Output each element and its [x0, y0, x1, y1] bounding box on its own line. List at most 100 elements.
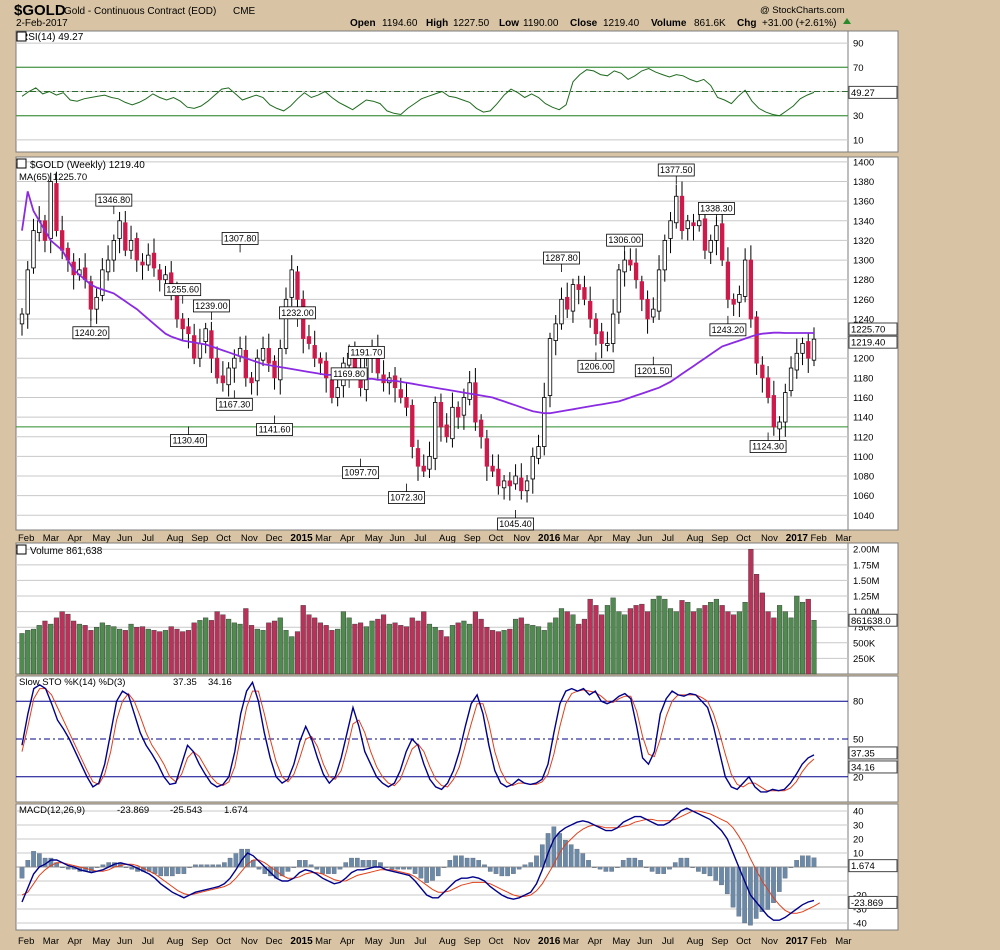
price-callout: 1239.00 — [195, 301, 228, 311]
candle-down — [628, 259, 633, 266]
price-x-label: Aug — [167, 533, 184, 544]
macd-histogram-bar — [574, 848, 580, 868]
macd-x-label: 2017 — [786, 936, 809, 947]
volume-bar — [438, 630, 444, 675]
exchange-label: CME — [233, 6, 256, 17]
candle-up — [559, 298, 564, 325]
volume-bar — [139, 626, 146, 675]
candle-up — [105, 259, 111, 273]
price-x-label: Dec — [266, 533, 283, 544]
candle-down — [633, 262, 639, 281]
sto-panel: 20 50 80 Slow STO %K(14) %D(3) 37.35 34.16 37.… — [15, 675, 899, 803]
volume-bar — [294, 631, 301, 675]
price-panel: 1040106010801100112011401160118012001220… — [15, 156, 899, 531]
candle-up — [662, 240, 667, 271]
candle-up — [742, 259, 748, 297]
candle-up — [714, 225, 719, 241]
candle-down — [444, 424, 449, 438]
volume-bar — [495, 631, 501, 675]
volume-bar — [599, 614, 605, 675]
candle-up — [708, 240, 713, 253]
chg-value: +31.00 (+2.61%) — [762, 18, 837, 29]
volume-bar — [432, 627, 438, 675]
volume-bar — [644, 611, 651, 675]
candle-down — [410, 404, 415, 447]
price-tick-label: 1400 — [853, 157, 874, 168]
price-x-label: Sep — [711, 533, 728, 544]
candle-down — [272, 360, 277, 379]
volume-bar — [776, 605, 783, 675]
volume-bar — [713, 598, 720, 675]
macd-x-label: 2015 — [290, 936, 313, 947]
ohlc-summary: Open 1194.60 High 1227.50 Low 1190.00 Cl… — [350, 18, 851, 29]
macd-histogram-bar — [655, 866, 661, 874]
candle-down — [691, 222, 696, 227]
chart-panels: 1030507090RSI(14) 49.2749.27104010601080… — [15, 30, 899, 947]
candle-down — [565, 296, 570, 310]
volume-bar — [754, 573, 760, 675]
volume-bar — [799, 602, 806, 675]
price-callout: 1097.70 — [344, 468, 377, 478]
price-x-label: Oct — [736, 533, 751, 544]
low-label: Low — [499, 18, 519, 29]
macd-histogram-bar — [794, 860, 799, 868]
macd-histogram-bar — [586, 860, 591, 868]
volume-bar — [667, 608, 674, 675]
candle-down — [806, 341, 811, 359]
candle-down — [192, 335, 197, 359]
volume-bar — [696, 608, 702, 675]
volume-bar — [639, 603, 645, 675]
volume-bar — [507, 628, 513, 675]
volume-bar — [564, 611, 570, 675]
price-x-label: May — [612, 533, 630, 544]
candle-up — [278, 348, 283, 381]
price-x-label: Mar — [563, 533, 579, 544]
macd-x-label: Sep — [711, 936, 728, 947]
candle-up — [794, 352, 799, 371]
macd-histogram-bar — [811, 857, 817, 868]
volume-bar — [111, 626, 117, 675]
price-callout: 1255.60 — [166, 285, 199, 295]
volume-bar — [633, 605, 639, 675]
volume-bar — [369, 620, 375, 675]
candle-down — [381, 374, 386, 384]
candle-down — [645, 298, 650, 320]
macd-histogram-bar — [511, 866, 516, 874]
macd-value-tag: -23.869 — [851, 898, 883, 909]
candle-up — [622, 259, 627, 273]
candle-up — [31, 230, 36, 269]
price-x-label: Nov — [513, 533, 530, 544]
candle-down — [679, 195, 685, 232]
volume-bar — [547, 622, 553, 675]
candle-down — [398, 389, 403, 398]
macd-histogram-bar — [638, 860, 643, 868]
macd-tick-label: 40 — [853, 807, 864, 818]
candle-up — [685, 220, 690, 230]
volume-bar — [266, 622, 272, 675]
volume-bar — [317, 622, 324, 675]
candle-down — [438, 401, 444, 428]
symbol-label: $GOLD — [14, 2, 66, 19]
volume-bar — [168, 626, 174, 675]
macd-x-label: Jun — [637, 936, 652, 947]
volume-bar — [82, 625, 88, 675]
volume-bar — [650, 598, 656, 675]
price-tick-label: 1280 — [853, 275, 874, 286]
price-tick-label: 1300 — [853, 256, 874, 267]
macd-histogram-bar — [499, 866, 505, 877]
price-x-label: Feb — [18, 533, 34, 544]
volume-bar — [501, 630, 507, 675]
macd-tick-label: 10 — [853, 849, 864, 860]
price-x-label: 2015 — [290, 533, 313, 544]
volume-bar — [157, 631, 163, 675]
macd-histogram-bar — [222, 862, 227, 868]
volume-bar — [180, 631, 186, 675]
candle-down — [220, 375, 226, 384]
macd-histogram-bar — [776, 866, 782, 892]
volume-bar — [122, 630, 128, 675]
price-callout: 1141.60 — [259, 425, 291, 435]
macd-histogram-bar — [360, 860, 366, 868]
macd-histogram-bar — [782, 866, 788, 879]
candle-up — [501, 480, 507, 489]
price-x-label: Oct — [216, 533, 231, 544]
